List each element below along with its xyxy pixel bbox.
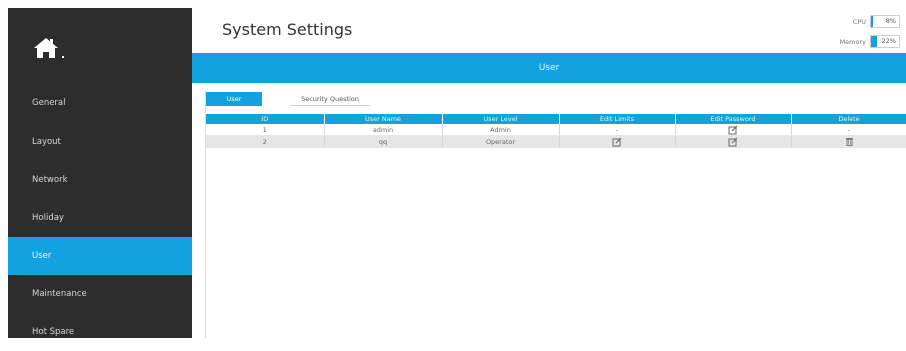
sidebar-item-network[interactable]: Network	[8, 161, 192, 199]
edit-icon[interactable]	[728, 125, 738, 135]
column-header-edit-password: Edit Password	[675, 114, 792, 124]
sidebar-item-general[interactable]: General	[8, 84, 192, 122]
sidebar-item-hot-spare[interactable]: Hot Spare	[8, 313, 192, 351]
memory-meter-fill	[871, 36, 878, 47]
column-header-edit-limits: Edit Limits	[559, 114, 676, 124]
memory-value: 22%	[881, 37, 896, 45]
sidebar-item-layout[interactable]: Layout	[8, 123, 192, 161]
cell-user-name: admin	[324, 124, 443, 136]
column-header-user-name: User Name	[324, 114, 443, 124]
tab-security-question[interactable]: Security Question	[290, 92, 370, 106]
system-monitor: CPU 8% Memory 22%	[780, 14, 900, 54]
table-row[interactable]: 2 qq Operator	[206, 135, 906, 148]
cell-id: 2	[206, 135, 325, 148]
section-header: User	[192, 53, 906, 83]
sidebar-item-user[interactable]: User	[8, 237, 192, 275]
tab-bar: User Security Question	[206, 92, 370, 106]
cell-user-name: qq	[324, 135, 443, 148]
sidebar: General Layout Network Holiday User Main…	[8, 8, 192, 338]
edit-icon[interactable]	[612, 137, 622, 147]
cpu-label: CPU	[852, 17, 866, 26]
sidebar-item-holiday[interactable]: Holiday	[8, 199, 192, 237]
table-row[interactable]: 1 admin Admin - -	[206, 124, 906, 136]
memory-label: Memory	[839, 37, 866, 46]
trash-icon[interactable]	[845, 137, 854, 146]
cpu-meter-fill	[871, 16, 874, 27]
cell-user-level: Admin	[442, 124, 560, 136]
cell-delete	[791, 135, 906, 148]
memory-meter: 22%	[870, 35, 900, 48]
cell-id: 1	[206, 124, 325, 136]
column-header-id: ID	[206, 114, 325, 124]
edit-icon[interactable]	[728, 137, 738, 147]
column-header-user-level: User Level	[442, 114, 560, 124]
cell-edit-limits: -	[559, 124, 676, 136]
cpu-meter: 8%	[870, 15, 900, 28]
cell-edit-password	[675, 124, 792, 136]
user-table: ID User Name User Level Edit Limits Edit…	[206, 114, 906, 148]
cpu-value: 8%	[885, 17, 896, 25]
tab-user[interactable]: User	[206, 92, 262, 106]
cell-delete: -	[791, 124, 906, 136]
column-header-delete: Delete	[791, 114, 906, 124]
user-panel: User Security Question ID User Name User…	[205, 90, 906, 338]
sidebar-item-maintenance[interactable]: Maintenance	[8, 275, 192, 313]
cell-user-level: Operator	[442, 135, 560, 148]
cell-edit-password	[675, 135, 792, 148]
home-icon[interactable]	[32, 34, 72, 62]
page-title: System Settings	[222, 20, 353, 39]
table-header-row: ID User Name User Level Edit Limits Edit…	[206, 114, 906, 124]
cell-edit-limits	[559, 135, 676, 148]
